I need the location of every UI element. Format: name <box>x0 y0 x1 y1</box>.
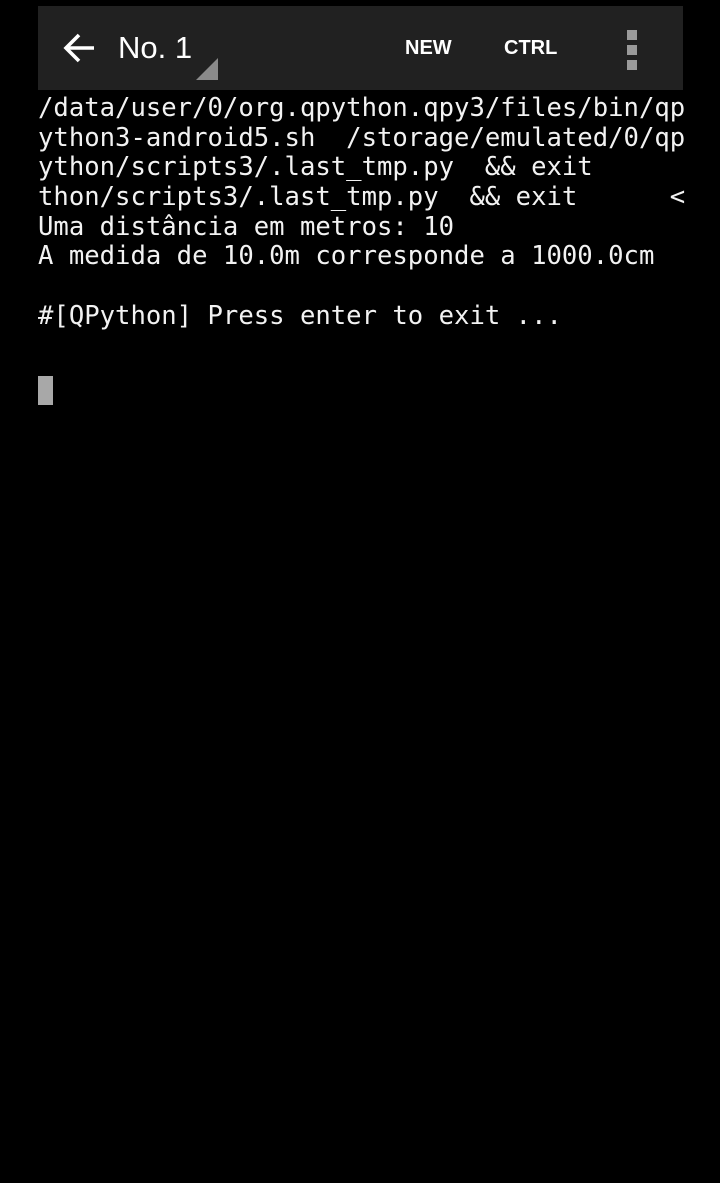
arrow-left-icon <box>63 33 94 63</box>
terminal-cursor <box>38 376 53 406</box>
overflow-menu-button[interactable] <box>620 26 644 74</box>
terminal-line: #[QPython] Press enter to exit ... <box>38 300 562 331</box>
terminal-line: ython3-android5.sh /storage/emulated/0/q… <box>38 122 686 153</box>
terminal-output[interactable]: /data/user/0/org.qpython.qpy3/files/bin/… <box>38 93 688 1174</box>
session-selector[interactable]: No. 1 <box>118 24 220 84</box>
terminal-line: Uma distância em metros: 10 <box>38 211 455 242</box>
dropdown-corner-icon <box>196 58 218 80</box>
ctrl-key-button[interactable]: CTRL <box>504 26 557 70</box>
terminal-line: /data/user/0/org.qpython.qpy3/files/bin/… <box>38 93 686 123</box>
terminal-line: thon/scripts3/.last_tmp.py && exit < <box>38 182 686 213</box>
terminal-line: A medida de 10.0m corresponde a 1000.0cm <box>38 241 655 272</box>
new-session-button[interactable]: NEW <box>405 26 452 70</box>
terminal-toolbar: No. 1 NEW CTRL <box>38 6 683 90</box>
back-button[interactable] <box>60 28 100 68</box>
session-title: No. 1 <box>118 30 193 65</box>
terminal-line: ython/scripts3/.last_tmp.py && exit <box>38 152 593 183</box>
